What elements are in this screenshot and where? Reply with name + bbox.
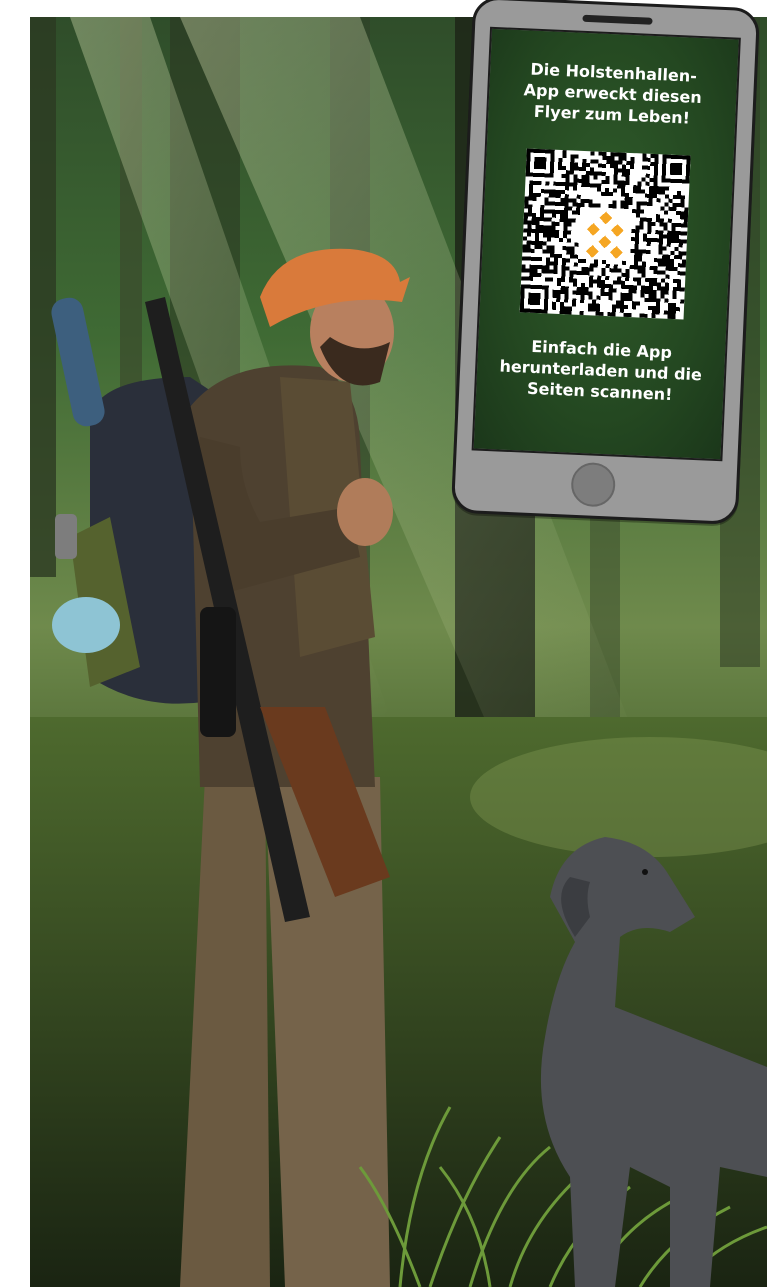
holstenhallen-logo-icon [579,207,632,260]
qr-code-image [519,148,691,320]
phone-screen: Die Holstenhallen- App erweckt diesen Fl… [471,26,741,462]
flyer-page: Die Holstenhallen- App erweckt diesen Fl… [0,0,767,1287]
smartphone-illustration: Die Holstenhallen- App erweckt diesen Fl… [450,0,761,526]
call-to-action: Einfach die App herunterladen und die Se… [499,336,703,405]
app-headline: Die Holstenhallen- App erweckt diesen Fl… [523,59,703,128]
qr-code[interactable] [519,148,691,320]
